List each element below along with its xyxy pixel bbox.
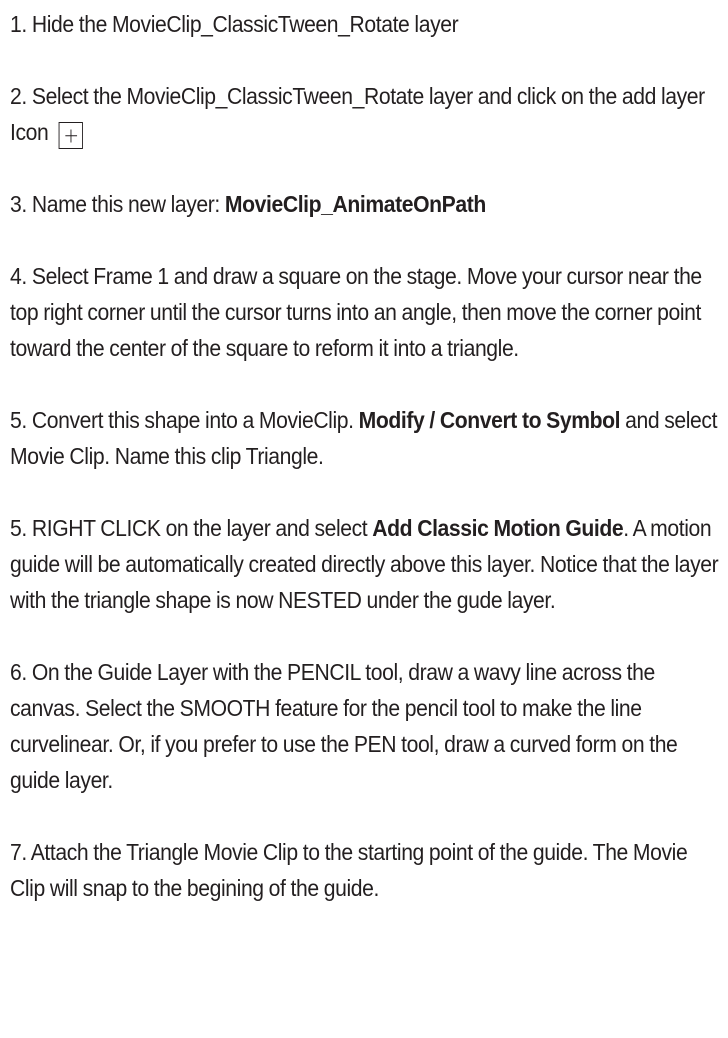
- step-number: 3.: [10, 191, 27, 217]
- step-number: 5.: [10, 515, 27, 541]
- step-number: 4.: [10, 263, 27, 289]
- step-5-convert: 5. Convert this shape into a MovieClip. …: [10, 402, 721, 474]
- layer-name-bold: MovieClip_AnimateOnPath: [224, 191, 486, 217]
- step-6: 6. On the Guide Layer with the PENCIL to…: [10, 654, 721, 798]
- menu-path-bold: Modify / Convert to Symbol: [358, 407, 621, 433]
- step-text: Select Frame 1 and draw a square on the …: [10, 263, 702, 361]
- step-3: 3. Name this new layer: MovieClip_Animat…: [10, 186, 721, 222]
- step-number: 2.: [10, 83, 27, 109]
- step-2: 2. Select the MovieClip_ClassicTween_Rot…: [10, 78, 721, 150]
- step-number: 6.: [10, 659, 27, 685]
- step-text: Attach the Triangle Movie Clip to the st…: [10, 839, 688, 901]
- menu-item-bold: Add Classic Motion Guide: [372, 515, 624, 541]
- step-text: RIGHT CLICK on the layer and select: [31, 515, 373, 541]
- step-7: 7. Attach the Triangle Movie Clip to the…: [10, 834, 721, 906]
- step-1: 1. Hide the MovieClip_ClassicTween_Rotat…: [10, 6, 721, 42]
- step-number: 1.: [10, 11, 27, 37]
- step-text: Convert this shape into a MovieClip.: [31, 407, 359, 433]
- step-number: 7.: [10, 839, 27, 865]
- add-layer-plus-icon: [58, 122, 84, 149]
- step-4: 4. Select Frame 1 and draw a square on t…: [10, 258, 721, 366]
- step-text: Hide the MovieClip_ClassicTween_Rotate l…: [31, 11, 459, 37]
- step-text: Name this new layer:: [31, 191, 225, 217]
- step-number: 5.: [10, 407, 27, 433]
- step-text: On the Guide Layer with the PENCIL tool,…: [10, 659, 678, 793]
- step-text: Select the MovieClip_ClassicTween_Rotate…: [10, 83, 705, 145]
- instructions-page: 1. Hide the MovieClip_ClassicTween_Rotat…: [0, 0, 728, 1038]
- step-5-motion-guide: 5. RIGHT CLICK on the layer and select A…: [10, 510, 721, 618]
